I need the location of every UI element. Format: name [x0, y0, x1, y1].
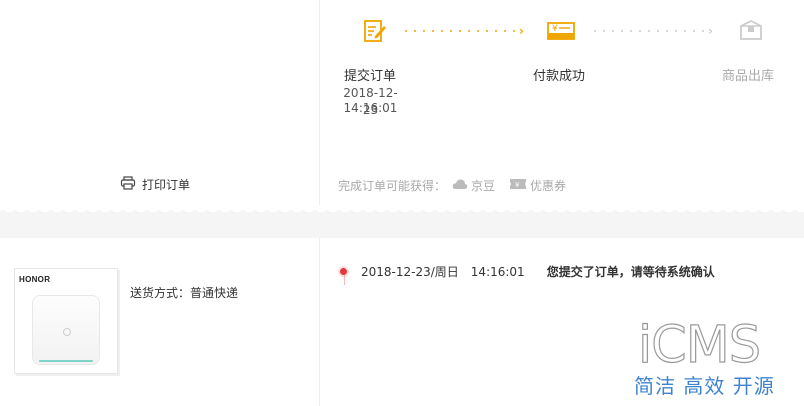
svg-text:¥: ¥	[552, 24, 558, 34]
payment-card-icon: ¥	[547, 17, 575, 45]
product-brand: HONOR	[19, 275, 51, 284]
tracking-time: 14:16:01	[470, 264, 525, 279]
watermark-subtitle: 简洁 高效 开源	[634, 374, 775, 398]
printer-icon	[120, 176, 136, 193]
detail-divider	[319, 238, 320, 406]
jingdou-cloud-icon	[452, 178, 468, 193]
edit-form-icon	[361, 17, 389, 45]
router-image	[32, 295, 100, 365]
reward-coupon-label: 优惠券	[530, 179, 567, 193]
step-label-shipped: 商品出库	[722, 69, 775, 84]
submit-time: 14:16:01	[343, 101, 398, 115]
order-progress-panel: 打印订单 › ¥ › 提交订单 付款成功 商品出库 2018-12-23 14:…	[0, 0, 804, 210]
tracking-message: 您提交了订单，请等待系统确认	[546, 265, 715, 279]
progress-connector-1: ›	[405, 25, 524, 37]
tracking-entry: 2018-12-23/周日 14:16:01 您提交了订单，请等待系统确认	[340, 263, 715, 280]
tracking-timeline-line	[344, 275, 345, 285]
reward-jingdou-label: 京豆	[471, 179, 496, 193]
watermark: iCMS 简洁 高效 开源	[634, 316, 799, 398]
step-label-paid: 付款成功	[533, 69, 586, 84]
panel-divider	[319, 0, 320, 205]
tracking-status-dot	[340, 268, 347, 275]
order-rewards: 完成订单可能获得： 京豆 ¥ 优惠券	[338, 177, 566, 194]
print-order-button[interactable]: 打印订单	[120, 176, 190, 193]
rewards-prefix: 完成订单可能获得：	[338, 179, 447, 193]
package-icon	[737, 17, 765, 45]
coupon-icon: ¥	[509, 178, 527, 193]
reward-coupon[interactable]: ¥ 优惠券	[509, 177, 566, 194]
separator-scallop-top	[0, 210, 804, 216]
progress-connector-2: ›	[594, 25, 713, 37]
watermark-title: iCMS	[637, 316, 761, 375]
print-order-label: 打印订单	[142, 178, 191, 192]
step-label-submit: 提交订单	[344, 69, 397, 84]
product-thumbnail[interactable]: HONOR	[14, 268, 118, 374]
reward-jingdou[interactable]: 京豆	[452, 177, 495, 194]
tracking-date: 2018-12-23/周日	[361, 265, 459, 279]
shipping-method: 送货方式：普通快递	[130, 286, 239, 300]
svg-text:¥: ¥	[515, 181, 520, 189]
